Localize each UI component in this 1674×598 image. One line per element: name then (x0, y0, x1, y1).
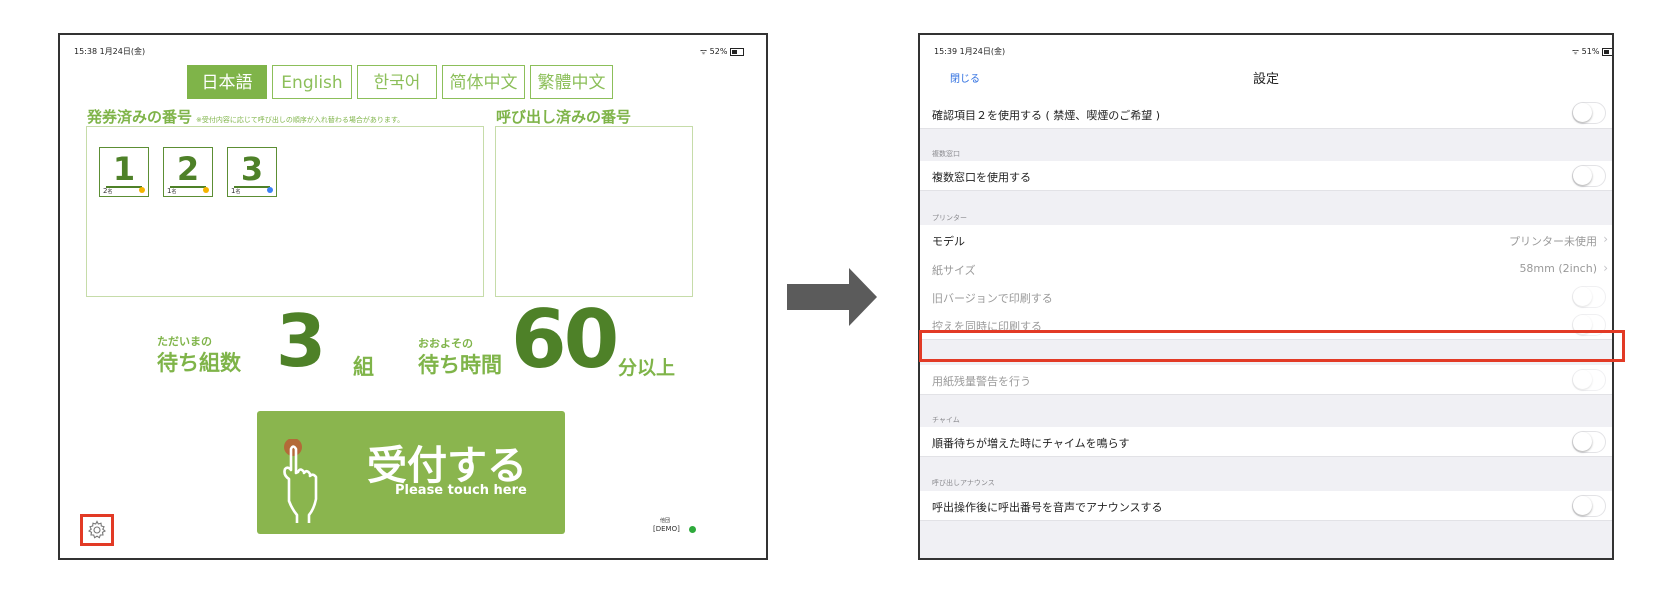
toggle-switch[interactable] (1572, 495, 1606, 517)
toggle-switch[interactable] (1572, 431, 1606, 453)
accept-button[interactable]: 受付する Please touch here (257, 411, 565, 534)
wait-groups-label: 待ち組数 (157, 351, 241, 375)
connection-status-dot (689, 526, 696, 533)
setting-row-paper-size[interactable]: 紙サイズ 58mm (2inch) › (920, 254, 1612, 284)
issued-title: 発券済みの番号 (87, 108, 193, 126)
setting-label: 確認項目２を使用する ( 禁煙、喫煙のご希望 ) (932, 109, 1161, 122)
setting-value: 58mm (2inch) (1519, 262, 1597, 275)
wait-time-unit: 分以上 (618, 357, 676, 379)
section-header-announce: 呼び出しアナウンス (932, 479, 995, 487)
setting-label: 順番待ちが増えた時にチャイムを鳴らす (932, 437, 1130, 450)
arrow-right-icon (787, 268, 877, 326)
reception-screen: 15:38 1月24日(金) ᯤ 52% 日本語 English 한국어 简体中… (58, 33, 768, 560)
section-header-chime: チャイム (932, 416, 960, 424)
setting-row-multi-window[interactable]: 複数窓口を使用する (920, 161, 1612, 191)
battery-icon (1602, 47, 1612, 56)
setting-row-old-version-print[interactable]: 旧バージョンで印刷する (920, 282, 1612, 312)
status-time: 15:39 1月24日(金) (934, 47, 1006, 56)
status-dot (267, 187, 273, 193)
issued-section-header: 発券済みの番号 ※受付内容に応じて呼び出しの順序が入れ替わる場合があります。 (87, 106, 404, 127)
called-numbers-panel (495, 126, 693, 297)
wait-groups-value: 3 (276, 299, 327, 383)
copy-print-highlight (919, 330, 1625, 362)
chevron-right-icon: › (1603, 261, 1608, 275)
status-time: 15:38 1月24日(金) (74, 47, 146, 56)
setting-label: 用紙残量警告を行う (932, 375, 1031, 388)
ticket-card[interactable]: 1 2名 (99, 147, 149, 197)
battery-icon (730, 47, 744, 56)
ticket-card[interactable]: 2 1名 (163, 147, 213, 197)
gear-icon[interactable] (87, 520, 107, 540)
setting-label: 紙サイズ (932, 264, 976, 277)
ticket-party-size: 1名 (231, 187, 241, 195)
setting-row-model[interactable]: モデル プリンター未使用 › (920, 225, 1612, 255)
demo-label: [DEMO] (653, 525, 680, 533)
ticket-party-size: 2名 (103, 187, 113, 195)
section-header-multi-window: 複数窓口 (932, 150, 960, 158)
demo-small-label: 他団 (660, 518, 671, 524)
hand-pointer-icon (283, 439, 318, 523)
issued-numbers-panel: 1 2名 2 1名 3 1名 (86, 126, 484, 297)
setting-label: 複数窓口を使用する (932, 171, 1031, 184)
ticket-number: 2 (176, 150, 200, 188)
setting-label: モデル (932, 235, 965, 248)
chevron-right-icon: › (1603, 232, 1608, 246)
toggle-switch[interactable] (1572, 369, 1606, 391)
status-dot (203, 187, 209, 193)
ticket-party-size: 1名 (167, 187, 177, 195)
wifi-icon: ᯤ (699, 47, 708, 56)
status-bar-right: ᯤ 51% (1571, 46, 1612, 57)
tab-korean[interactable]: 한국어 (357, 65, 437, 99)
battery-percent: 51% (1581, 47, 1600, 56)
wait-time-value: 60 (511, 293, 619, 386)
wait-time-label: 待ち時間 (418, 353, 502, 377)
tab-simplified-chinese[interactable]: 简体中文 (442, 65, 525, 99)
toggle-switch[interactable] (1572, 102, 1606, 124)
tab-english[interactable]: English (272, 65, 352, 99)
setting-label: 呼出操作後に呼出番号を音声でアナウンスする (932, 501, 1163, 514)
setting-value: プリンター未使用 (1509, 235, 1597, 248)
setting-label: 旧バージョンで印刷する (932, 292, 1053, 305)
toggle-switch[interactable] (1572, 286, 1606, 308)
status-dot (139, 187, 145, 193)
ticket-card[interactable]: 3 1名 (227, 147, 277, 197)
wifi-icon: ᯤ (1571, 47, 1580, 56)
tab-japanese[interactable]: 日本語 (187, 65, 267, 99)
section-header-printer: プリンター (932, 214, 967, 222)
status-bar-right: ᯤ 52% (700, 46, 744, 57)
accept-button-sublabel: Please touch here (395, 483, 527, 498)
settings-screen: 15:39 1月24日(金) ᯤ 51% 閉じる 設定 確認項目２を使用する (… (918, 33, 1614, 560)
setting-row-confirm2[interactable]: 確認項目２を使用する ( 禁煙、喫煙のご希望 ) (920, 97, 1612, 129)
tab-traditional-chinese[interactable]: 繁體中文 (530, 65, 613, 99)
nav-bar: 15:39 1月24日(金) ᯤ 51% 閉じる 設定 (920, 35, 1612, 104)
setting-row-chime[interactable]: 順番待ちが増えた時にチャイムを鳴らす (920, 427, 1612, 457)
page-title: 設定 (1252, 72, 1279, 87)
setting-row-announce[interactable]: 呼出操作後に呼出番号を音声でアナウンスする (920, 491, 1612, 521)
battery-percent: 52% (709, 47, 728, 56)
issued-note: ※受付内容に応じて呼び出しの順序が入れ替わる場合があります。 (196, 116, 405, 124)
called-title: 呼び出し済みの番号 (496, 108, 632, 126)
wait-groups-unit: 組 (353, 355, 374, 379)
setting-row-paper-warning[interactable]: 用紙残量警告を行う (920, 365, 1612, 395)
ticket-number: 3 (240, 150, 264, 188)
toggle-switch[interactable] (1572, 165, 1606, 187)
ticket-number: 1 (112, 150, 136, 188)
